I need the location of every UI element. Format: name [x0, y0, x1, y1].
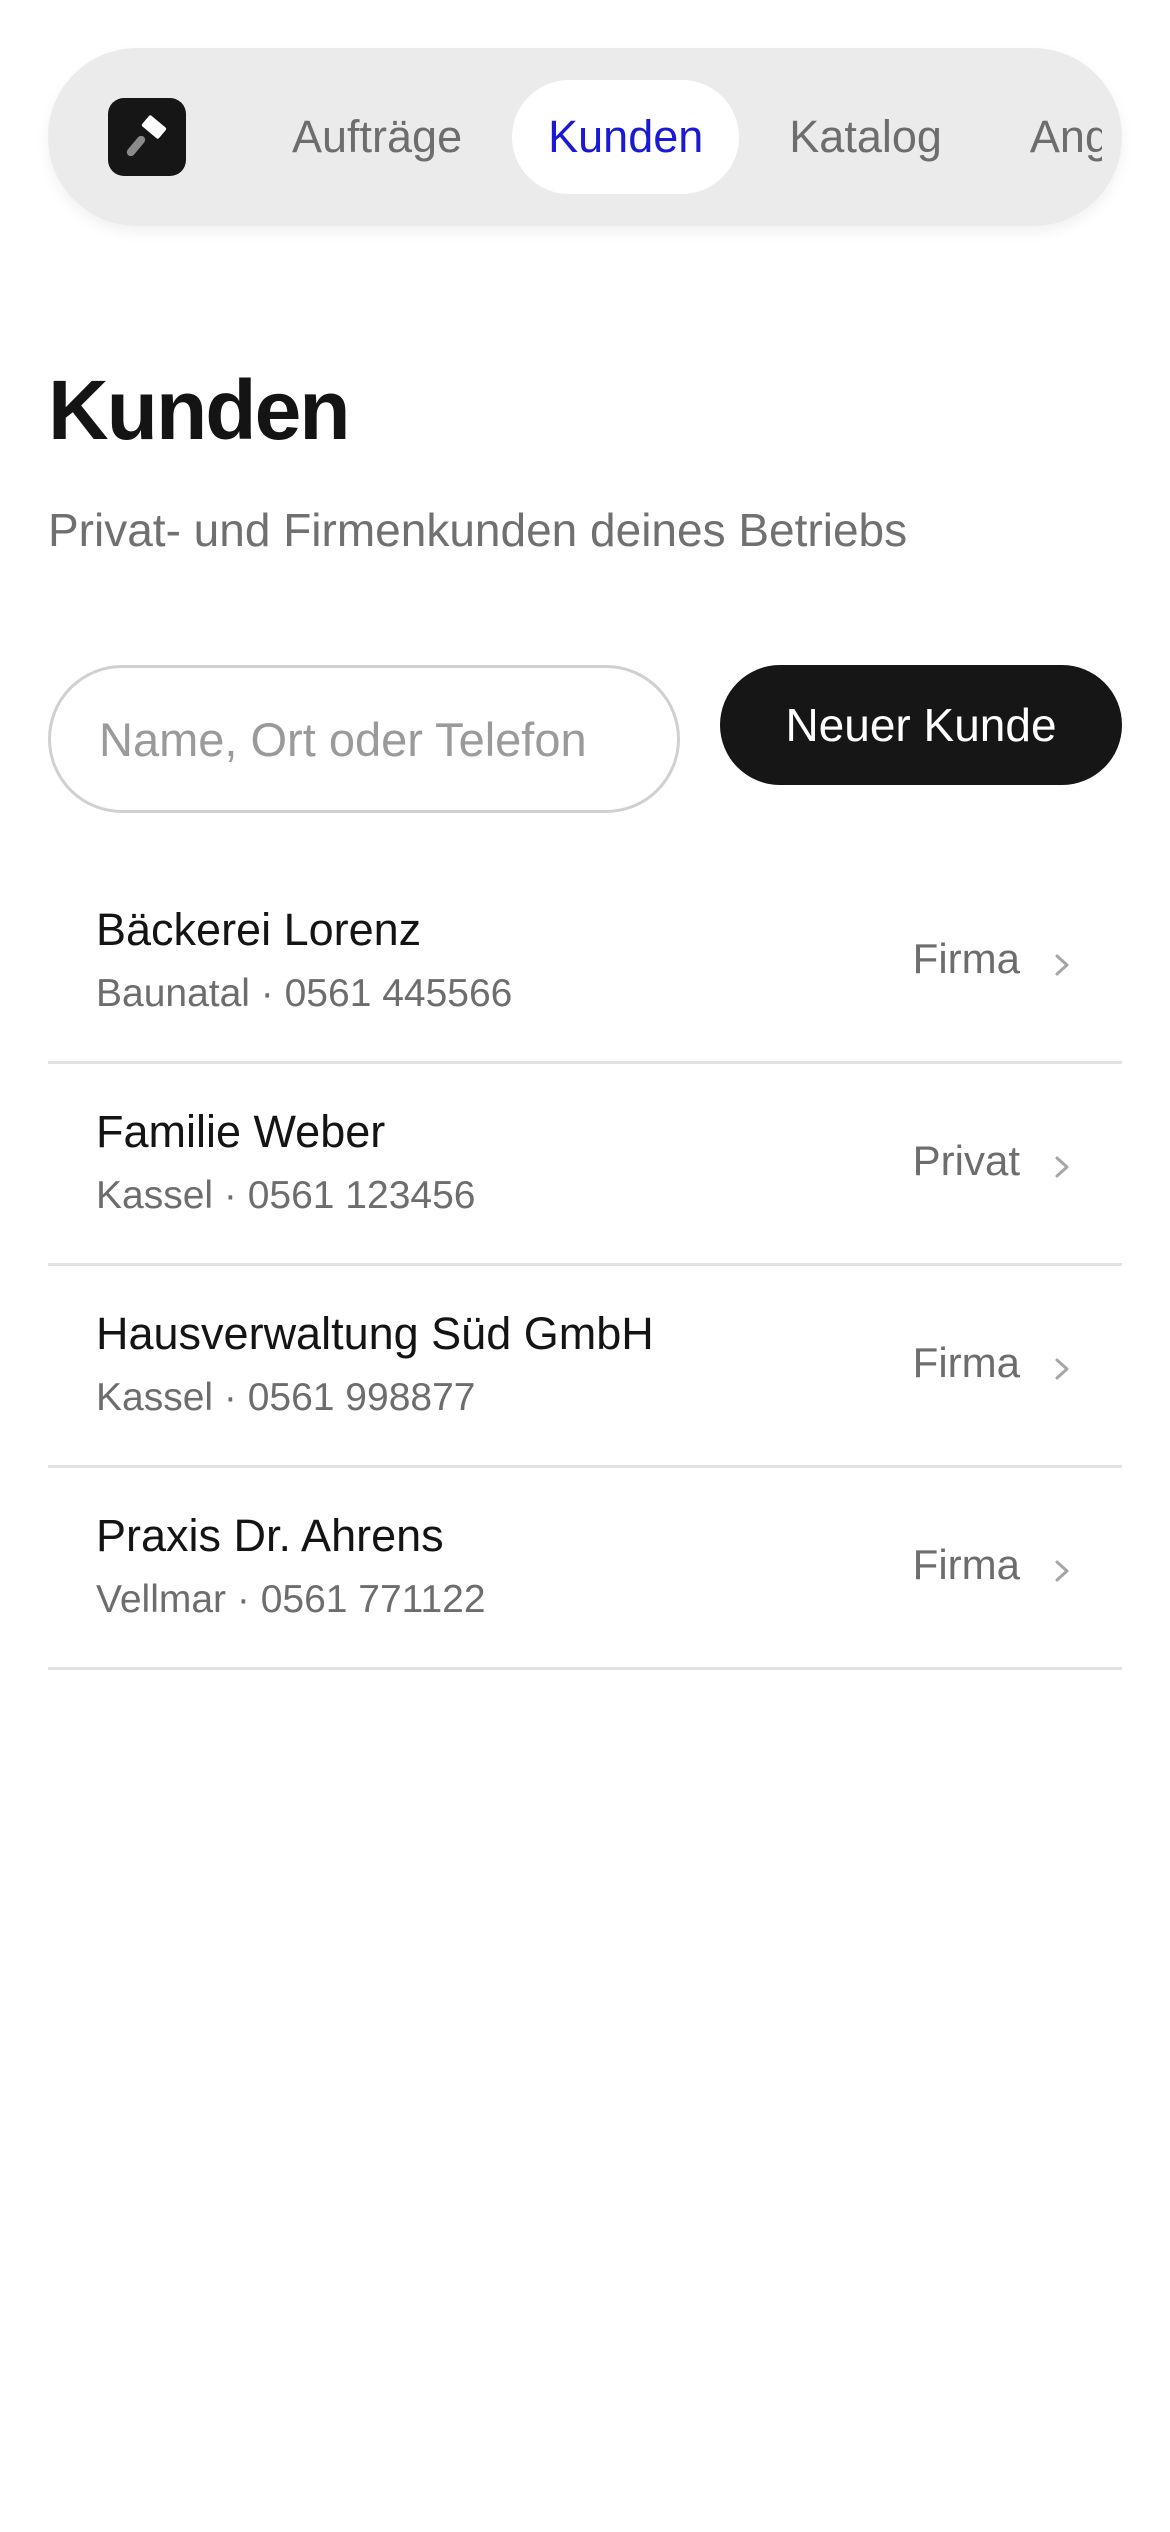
customer-location-phone: Baunatal · 0561 445566	[96, 972, 513, 1015]
tab-katalog[interactable]: Katalog	[751, 80, 980, 194]
customer-name: Familie Weber	[96, 1106, 386, 1157]
customer-list: Bäckerei Lorenz Baunatal · 0561 445566 F…	[48, 862, 1122, 1670]
customer-type-label: Firma	[912, 1339, 1020, 1386]
chevron-right-icon	[1048, 1557, 1076, 1585]
search-input[interactable]	[51, 668, 677, 810]
chevron-right-icon	[1048, 951, 1076, 979]
customer-location-phone: Vellmar · 0561 771122	[96, 1578, 486, 1621]
customer-row[interactable]: Hausverwaltung Süd GmbH Kassel · 0561 99…	[48, 1266, 1122, 1468]
customer-row[interactable]: Bäckerei Lorenz Baunatal · 0561 445566 F…	[48, 862, 1122, 1064]
customer-location-phone: Kassel · 0561 998877	[96, 1376, 476, 1419]
page-subtitle: Privat- und Firmenkunden deines Betriebs	[48, 504, 908, 556]
app-logo[interactable]	[108, 98, 186, 176]
search-field-container	[48, 665, 680, 813]
tab-angebote[interactable]: Angebote	[992, 80, 1102, 194]
chevron-right-icon	[1048, 1153, 1076, 1181]
new-customer-button[interactable]: Neuer Kunde	[720, 665, 1122, 785]
customer-name: Bäckerei Lorenz	[96, 904, 422, 955]
customer-row[interactable]: Praxis Dr. Ahrens Vellmar · 0561 771122 …	[48, 1468, 1122, 1670]
customer-row[interactable]: Familie Weber Kassel · 0561 123456 Priva…	[48, 1064, 1122, 1266]
customer-type-label: Firma	[912, 1541, 1020, 1588]
hammer-icon	[126, 115, 167, 157]
top-navigation: Aufträge Kunden Katalog Angebote	[48, 48, 1122, 226]
customer-name: Praxis Dr. Ahrens	[96, 1510, 444, 1561]
nav-tabs: Aufträge Kunden Katalog Angebote	[254, 80, 1102, 194]
customer-type-label: Firma	[912, 935, 1020, 982]
chevron-right-icon	[1048, 1355, 1076, 1383]
tab-auftraege[interactable]: Aufträge	[254, 80, 500, 194]
customer-type-label: Privat	[912, 1137, 1020, 1184]
page-title: Kunden	[48, 363, 351, 457]
customer-location-phone: Kassel · 0561 123456	[96, 1174, 476, 1217]
tab-kunden[interactable]: Kunden	[512, 80, 740, 194]
app-root: Aufträge Kunden Katalog Angebote Kunden …	[0, 0, 1170, 2532]
customer-name: Hausverwaltung Süd GmbH	[96, 1308, 654, 1359]
